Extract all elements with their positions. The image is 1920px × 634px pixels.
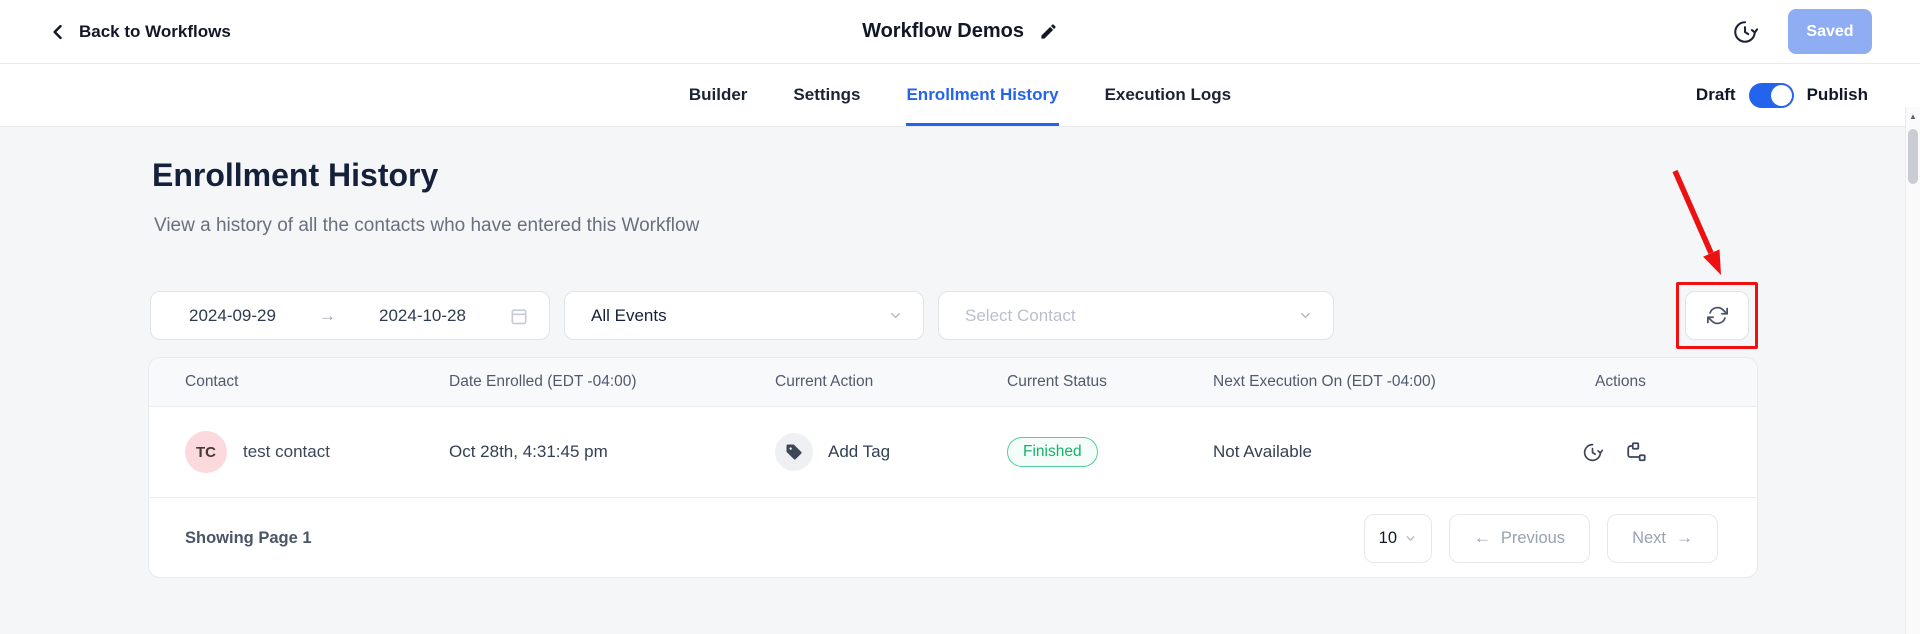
refresh-button[interactable] <box>1685 291 1749 340</box>
date-start-value: 2024-09-29 <box>189 306 276 326</box>
scroll-up-arrow-icon[interactable]: ▲ <box>1906 107 1920 121</box>
pagination-controls: 10 ← Previous Next → <box>1364 514 1718 563</box>
enrollment-history-action-button[interactable] <box>1582 442 1603 463</box>
draft-label: Draft <box>1696 85 1736 105</box>
history-clock-icon <box>1582 442 1603 463</box>
tab-enrollment-history[interactable]: Enrollment History <box>906 64 1058 126</box>
date-range-picker[interactable]: 2024-09-29 → 2024-10-28 <box>150 291 550 340</box>
annotation-highlight-box <box>1676 282 1758 349</box>
column-header-actions: Actions <box>1579 373 1757 391</box>
current-status-cell: Finished <box>1007 437 1213 467</box>
tag-icon-circle <box>775 433 813 471</box>
table-row: TC test contact Oct 28th, 4:31:45 pm Add… <box>149 407 1757 498</box>
saved-button[interactable]: Saved <box>1788 9 1872 54</box>
arrow-right-icon: → <box>1676 528 1693 548</box>
column-header-date-enrolled: Date Enrolled (EDT -04:00) <box>449 373 775 391</box>
vertical-scrollbar[interactable]: ▲ <box>1905 107 1920 634</box>
current-action-label: Add Tag <box>828 442 890 462</box>
tab-bar: Builder Settings Enrollment History Exec… <box>0 64 1920 127</box>
previous-label: Previous <box>1501 529 1565 548</box>
contact-filter-placeholder: Select Contact <box>965 306 1076 326</box>
scrollbar-thumb[interactable] <box>1908 129 1918 184</box>
next-page-button[interactable]: Next → <box>1607 514 1718 563</box>
publish-toggle[interactable] <box>1749 83 1794 108</box>
chevron-down-icon <box>1298 308 1313 323</box>
page-title: Enrollment History <box>152 157 438 194</box>
events-filter-select[interactable]: All Events <box>564 291 924 340</box>
re-enroll-workflow-icon <box>1625 441 1647 463</box>
date-end-value: 2024-10-28 <box>379 306 466 326</box>
re-enroll-action-button[interactable] <box>1625 441 1647 463</box>
publish-label: Publish <box>1807 85 1868 105</box>
next-execution-cell: Not Available <box>1213 442 1579 462</box>
table-header-row: Contact Date Enrolled (EDT -04:00) Curre… <box>149 358 1757 407</box>
column-header-current-status: Current Status <box>1007 373 1213 391</box>
top-actions: Saved <box>1732 0 1872 63</box>
events-filter-value: All Events <box>591 306 667 326</box>
date-enrolled-cell: Oct 28th, 4:31:45 pm <box>449 442 775 462</box>
chevron-down-icon <box>888 308 903 323</box>
top-bar: Back to Workflows Workflow Demos Saved <box>0 0 1920 64</box>
contact-name: test contact <box>243 442 330 462</box>
draft-publish-control: Draft Publish <box>1696 64 1868 126</box>
tag-icon <box>785 443 803 461</box>
workflow-title-wrap: Workflow Demos <box>0 0 1920 63</box>
contact-cell[interactable]: TC test contact <box>185 431 449 473</box>
edit-pencil-icon[interactable] <box>1039 22 1058 41</box>
column-header-current-action: Current Action <box>775 373 1007 391</box>
current-action-cell: Add Tag <box>775 433 1007 471</box>
history-clock-icon <box>1732 19 1758 45</box>
date-range-arrow-icon: → <box>319 306 336 326</box>
tabs: Builder Settings Enrollment History Exec… <box>0 64 1920 126</box>
status-badge: Finished <box>1007 437 1098 467</box>
calendar-icon <box>509 306 529 326</box>
column-header-contact: Contact <box>185 373 449 391</box>
workflow-title: Workflow Demos <box>862 20 1024 43</box>
row-actions-cell <box>1579 441 1757 463</box>
previous-page-button[interactable]: ← Previous <box>1449 514 1590 563</box>
column-header-next-execution: Next Execution On (EDT -04:00) <box>1213 373 1579 391</box>
page-size-value: 10 <box>1379 529 1397 548</box>
arrow-left-icon: ← <box>1474 528 1491 548</box>
showing-page-label: Showing Page 1 <box>185 529 312 548</box>
contact-filter-select[interactable]: Select Contact <box>938 291 1334 340</box>
refresh-icon <box>1707 305 1728 326</box>
enrollment-table-card: Contact Date Enrolled (EDT -04:00) Curre… <box>148 357 1758 578</box>
content-area: Enrollment History View a history of all… <box>0 127 1920 634</box>
annotation-arrow <box>1655 163 1745 281</box>
toggle-knob <box>1771 85 1792 106</box>
avatar: TC <box>185 431 227 473</box>
filter-row: 2024-09-29 → 2024-10-28 All Events Selec… <box>150 282 1758 349</box>
version-history-button[interactable] <box>1732 19 1758 45</box>
page-size-select[interactable]: 10 <box>1364 514 1432 563</box>
next-label: Next <box>1632 529 1666 548</box>
tab-settings[interactable]: Settings <box>793 64 860 126</box>
chevron-down-icon <box>1404 532 1417 545</box>
tab-builder[interactable]: Builder <box>689 64 748 126</box>
tab-execution-logs[interactable]: Execution Logs <box>1105 64 1232 126</box>
page-subtitle: View a history of all the contacts who h… <box>154 215 699 237</box>
table-footer: Showing Page 1 10 ← Previous Next → <box>149 498 1757 578</box>
